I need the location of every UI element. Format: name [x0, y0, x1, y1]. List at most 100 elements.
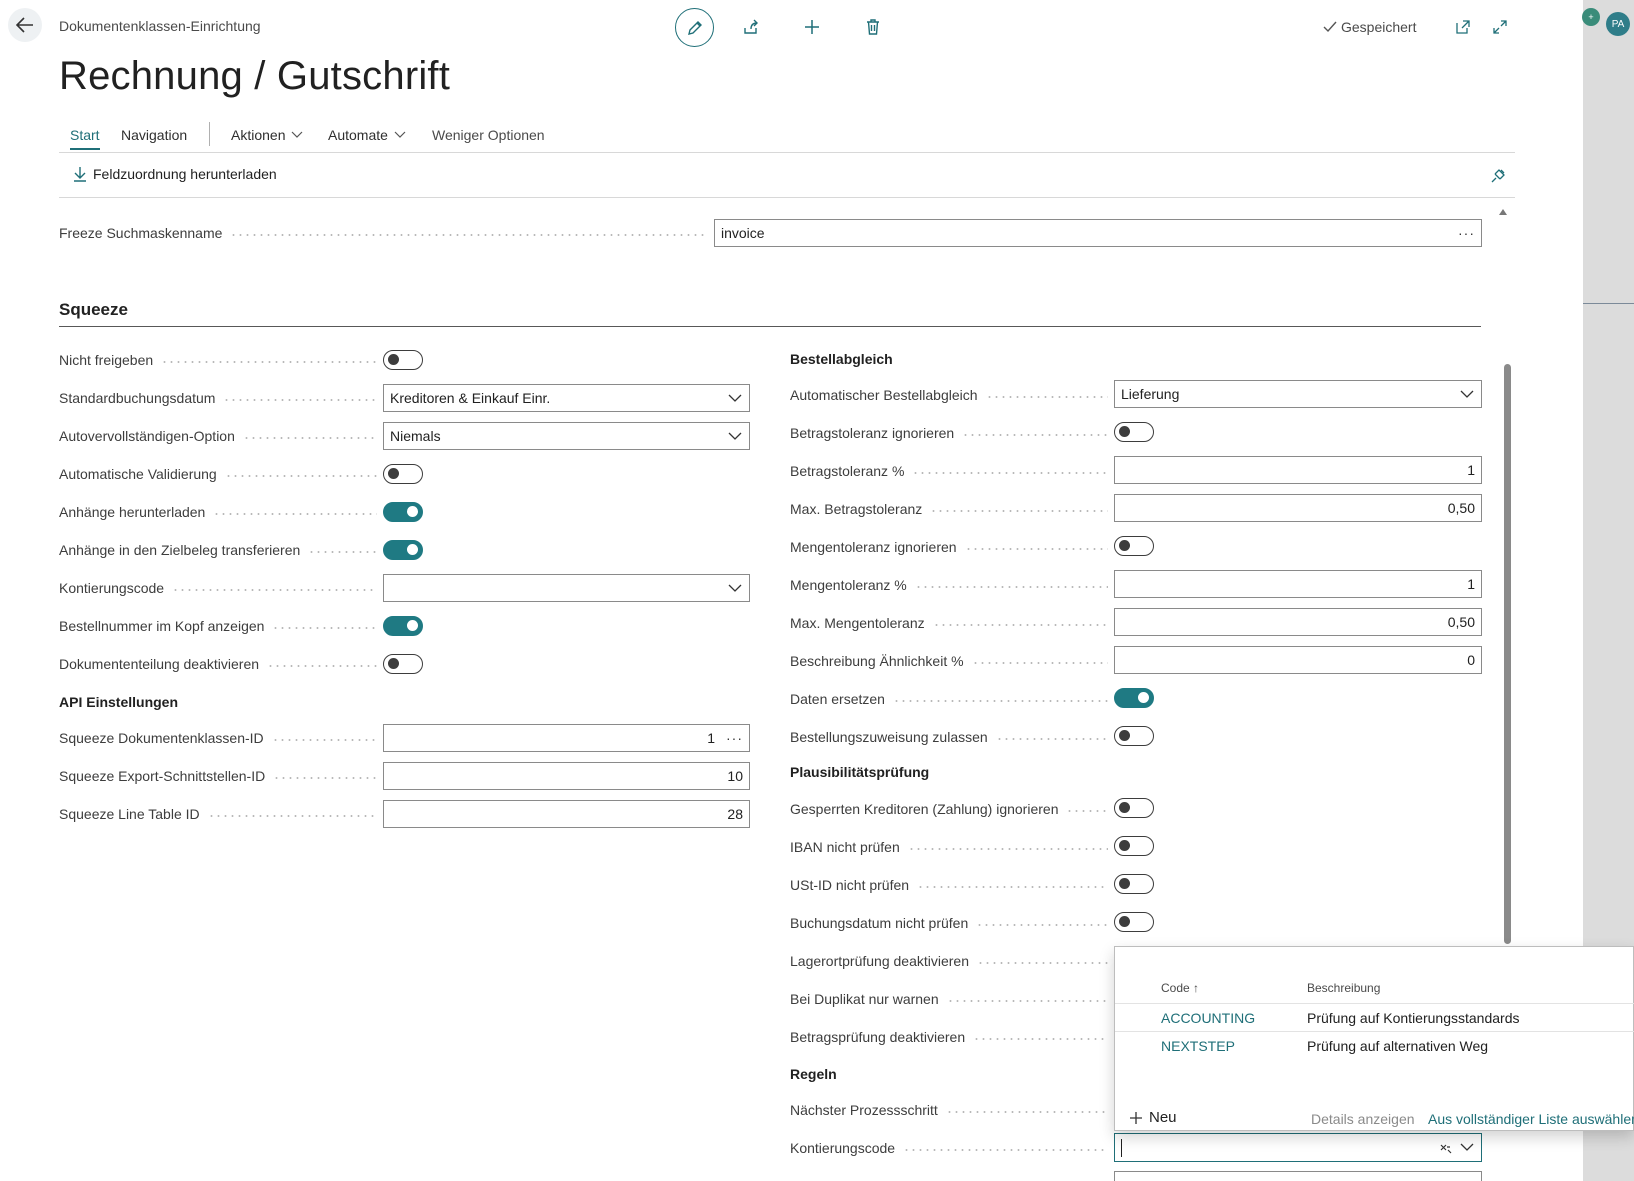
- toggle-ustid[interactable]: [1114, 874, 1154, 894]
- label-leader: [912, 472, 1108, 474]
- scroll-up-arrow[interactable]: [1499, 209, 1507, 215]
- lookup-row-code[interactable]: NEXTSTEP: [1161, 1038, 1235, 1054]
- column-header-description[interactable]: Beschreibung: [1307, 981, 1380, 995]
- scrollbar-thumb[interactable]: [1504, 364, 1511, 944]
- toggle-bestellnummer-kopf[interactable]: [383, 616, 423, 636]
- lookup-new-button[interactable]: Neu: [1129, 1109, 1177, 1126]
- add-user-icon[interactable]: +: [1582, 8, 1600, 26]
- lookup-full-list-link[interactable]: Aus vollständiger Liste auswählen: [1428, 1111, 1634, 1127]
- clear-filter-icon[interactable]: [1439, 1141, 1453, 1155]
- label-leader: [207, 815, 377, 817]
- new-button[interactable]: [799, 14, 825, 40]
- field-label-line-table-id: Squeeze Line Table ID: [59, 804, 383, 824]
- toggle-betragstoleranz-ignorieren[interactable]: [1114, 422, 1154, 442]
- download-field-mapping-button[interactable]: Feldzuordnung herunterladen: [73, 166, 277, 182]
- action-bar: Start Navigation Aktionen Automate Wenig…: [59, 118, 1515, 153]
- input-line-table-id[interactable]: 28: [383, 800, 750, 828]
- tab-fewer-options[interactable]: Weniger Optionen: [432, 127, 545, 143]
- lookup-new-label: Neu: [1149, 1109, 1177, 1126]
- pin-button[interactable]: [1488, 166, 1508, 186]
- toggle-daten-ersetzen[interactable]: [1114, 688, 1154, 708]
- column-header-code[interactable]: Code ↑: [1161, 981, 1199, 995]
- field-label-text: Kontierungscode: [790, 1140, 896, 1156]
- ellipsis-icon[interactable]: ···: [1458, 225, 1475, 241]
- next-field-input[interactable]: [1114, 1171, 1482, 1181]
- select-standardbuchungsdatum[interactable]: Kreditoren & Einkauf Einr.: [383, 384, 750, 412]
- toggle-knob: [388, 658, 399, 669]
- delete-button[interactable]: [860, 14, 886, 40]
- tab-start-label: Start: [70, 127, 100, 143]
- field-label-max-mengentoleranz: Max. Mengentoleranz: [790, 613, 1114, 633]
- toggle-iban[interactable]: [1114, 836, 1154, 856]
- open-in-new-window-icon: [1456, 20, 1470, 34]
- select-autovervollstaendigen[interactable]: Niemals: [383, 422, 750, 450]
- expand-button[interactable]: [1489, 16, 1511, 38]
- tab-start[interactable]: Start: [70, 127, 100, 150]
- input-max-mengentoleranz[interactable]: 0,50: [1114, 608, 1482, 636]
- section-title-squeeze[interactable]: Squeeze: [59, 300, 128, 320]
- input-mengentoleranz-pct[interactable]: 1: [1114, 570, 1482, 598]
- input-dokklassen-id[interactable]: 1 ···: [383, 724, 750, 752]
- edit-button[interactable]: [675, 8, 714, 47]
- toggle-mengentoleranz-ignorieren[interactable]: [1114, 536, 1154, 556]
- input-kontierungscode-right[interactable]: [1114, 1133, 1482, 1162]
- back-button[interactable]: [8, 8, 42, 42]
- share-button[interactable]: [738, 14, 764, 40]
- field-label-text: Automatische Validierung: [59, 466, 217, 482]
- toggle-dokumententeilung[interactable]: [383, 654, 423, 674]
- ellipsis-icon[interactable]: ···: [726, 730, 743, 746]
- field-label-nicht-freigeben: Nicht freigeben: [59, 350, 383, 370]
- tab-navigation[interactable]: Navigation: [121, 127, 187, 143]
- row-divider: [1115, 1003, 1634, 1004]
- user-avatar[interactable]: PA: [1606, 12, 1630, 36]
- toggle-anhaenge-transferieren[interactable]: [383, 540, 423, 560]
- field-label-text: Anhänge herunterladen: [59, 504, 206, 520]
- freeze-search-mask-input[interactable]: invoice ···: [714, 219, 1482, 247]
- input-beschreibung-aehnlichkeit[interactable]: 0: [1114, 646, 1482, 674]
- download-field-mapping-label: Feldzuordnung herunterladen: [93, 166, 277, 182]
- field-label-text: Betragsprüfung deaktivieren: [790, 1029, 966, 1045]
- input-betragstoleranz-pct[interactable]: 1: [1114, 456, 1482, 484]
- field-label-text: Dokumententeilung deaktivieren: [59, 656, 260, 672]
- input-max-betragstoleranz[interactable]: 0,50: [1114, 494, 1482, 522]
- field-label-daten-ersetzen: Daten ersetzen: [790, 689, 1114, 709]
- field-label-text: Squeeze Dokumentenklassen-ID: [59, 730, 264, 746]
- toggle-buchungsdatum[interactable]: [1114, 912, 1154, 932]
- lookup-row-description[interactable]: Prüfung auf alternativen Weg: [1307, 1038, 1488, 1054]
- field-label-iban: IBAN nicht prüfen: [790, 837, 1114, 857]
- toggle-knob: [1119, 878, 1130, 889]
- toggle-bestellungszuweisung[interactable]: [1114, 726, 1154, 746]
- toggle-auto-validierung[interactable]: [383, 464, 423, 484]
- field-label-text: Betragstoleranz %: [790, 463, 905, 479]
- lookup-row-code[interactable]: ACCOUNTING: [1161, 1010, 1255, 1026]
- toggle-anhaenge-herunterladen[interactable]: [383, 502, 423, 522]
- lookup-row-description[interactable]: Prüfung auf Kontierungsstandards: [1307, 1010, 1519, 1026]
- field-label-bestellnummer-kopf: Bestellnummer im Kopf anzeigen: [59, 616, 383, 636]
- toggle-knob: [1119, 426, 1130, 437]
- input-export-id[interactable]: 10: [383, 762, 750, 790]
- select-kontierungscode-left[interactable]: [383, 574, 750, 602]
- open-new-window-button[interactable]: [1452, 16, 1474, 38]
- tab-actions[interactable]: Aktionen: [231, 127, 303, 143]
- breadcrumb[interactable]: Dokumentenklassen-Einrichtung: [59, 18, 261, 34]
- field-label-beschreibung-aehnlichkeit: Beschreibung Ähnlichkeit %: [790, 651, 1114, 671]
- field-label-export-id: Squeeze Export-Schnittstellen-ID: [59, 766, 383, 786]
- field-label-betragstoleranz-ignorieren: Betragstoleranz ignorieren: [790, 423, 1114, 443]
- tab-automate[interactable]: Automate: [328, 127, 406, 143]
- label-leader: [308, 551, 377, 553]
- arrow-left-icon: [16, 17, 33, 33]
- field-label-mengentoleranz-ignorieren: Mengentoleranz ignorieren: [790, 537, 1114, 557]
- field-label-text: Lagerortprüfung deaktivieren: [790, 953, 970, 969]
- toggle-knob: [407, 544, 418, 555]
- chevron-down-icon[interactable]: [1460, 1142, 1474, 1152]
- page-title: Rechnung / Gutschrift: [59, 54, 451, 98]
- checkmark-icon: [1323, 21, 1337, 33]
- lookup-details-link[interactable]: Details anzeigen: [1311, 1111, 1415, 1127]
- label-leader: [973, 1038, 1108, 1040]
- tab-fewer-options-label: Weniger Optionen: [432, 127, 545, 143]
- field-label-betragspruefung: Betragsprüfung deaktivieren: [790, 1027, 1114, 1047]
- toggle-nicht-freigeben[interactable]: [383, 350, 423, 370]
- select-auto-bestellabgleich[interactable]: Lieferung: [1114, 380, 1482, 408]
- plus-icon: [805, 20, 819, 34]
- toggle-gesperrte-kreditoren[interactable]: [1114, 798, 1154, 818]
